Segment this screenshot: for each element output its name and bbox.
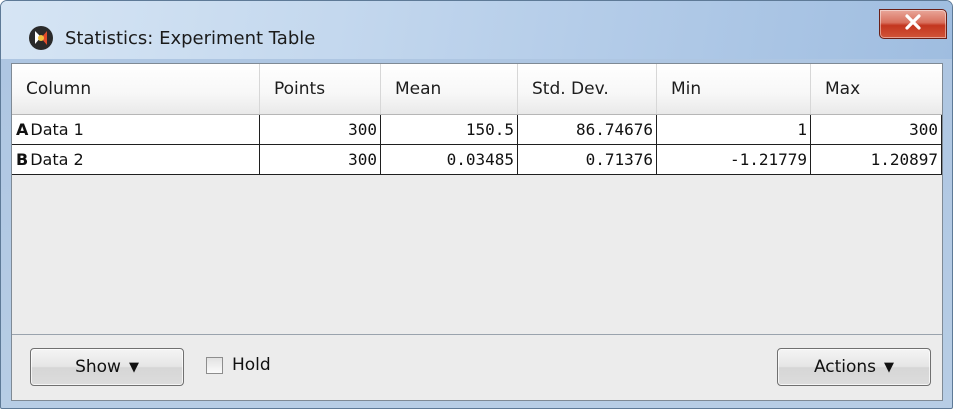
row-letter: A <box>16 120 29 139</box>
row-letter: B <box>16 150 29 169</box>
hold-label[interactable]: Hold <box>232 353 271 377</box>
hold-checkbox[interactable] <box>206 357 223 374</box>
header-std-dev[interactable]: Std. Dev. <box>518 64 657 114</box>
cell-points: 300 <box>260 115 381 145</box>
row-label: B Data 2 <box>12 145 260 175</box>
close-icon <box>904 14 922 34</box>
cell-mean: 0.03485 <box>381 145 518 175</box>
table-row[interactable]: B Data 2 300 0.03485 0.71376 -1.21779 1.2… <box>12 145 942 175</box>
cell-min: -1.21779 <box>657 145 811 175</box>
bottom-toolbar: Show ▼ Hold Actions ▼ <box>12 335 942 400</box>
row-name: Data 2 <box>30 150 84 169</box>
cell-mean: 150.5 <box>381 115 518 145</box>
header-max[interactable]: Max <box>811 64 942 114</box>
header-mean[interactable]: Mean <box>381 64 518 114</box>
triangle-down-icon: ▼ <box>884 359 895 375</box>
statistics-window: Statistics: Experiment Table Column Poin… <box>0 0 953 409</box>
cell-max: 300 <box>811 115 942 145</box>
row-label: A Data 1 <box>12 115 260 145</box>
statistics-panel: Column Points Mean Std. Dev. Min Max A Da… <box>11 63 943 401</box>
header-points[interactable]: Points <box>260 64 381 114</box>
title-bar[interactable]: Statistics: Experiment Table <box>1 1 952 59</box>
statistics-table: Column Points Mean Std. Dev. Min Max A Da… <box>12 64 942 335</box>
show-button[interactable]: Show ▼ <box>30 348 184 386</box>
row-name: Data 1 <box>30 120 84 139</box>
show-button-label: Show <box>75 357 121 377</box>
table-header: Column Points Mean Std. Dev. Min Max <box>12 64 942 115</box>
cell-std-dev: 0.71376 <box>518 145 657 175</box>
header-column[interactable]: Column <box>12 64 260 114</box>
window-title: Statistics: Experiment Table <box>65 28 316 49</box>
cell-points: 300 <box>260 145 381 175</box>
cell-std-dev: 86.74676 <box>518 115 657 145</box>
actions-button-label: Actions <box>813 357 877 377</box>
table-row[interactable]: A Data 1 300 150.5 86.74676 1 300 <box>12 115 942 145</box>
triangle-down-icon: ▼ <box>128 359 139 375</box>
header-min[interactable]: Min <box>657 64 811 114</box>
close-button[interactable] <box>879 9 947 39</box>
app-logo-icon <box>28 25 54 51</box>
cell-min: 1 <box>657 115 811 145</box>
actions-button[interactable]: Actions ▼ <box>777 348 931 386</box>
cell-max: 1.20897 <box>811 145 942 175</box>
